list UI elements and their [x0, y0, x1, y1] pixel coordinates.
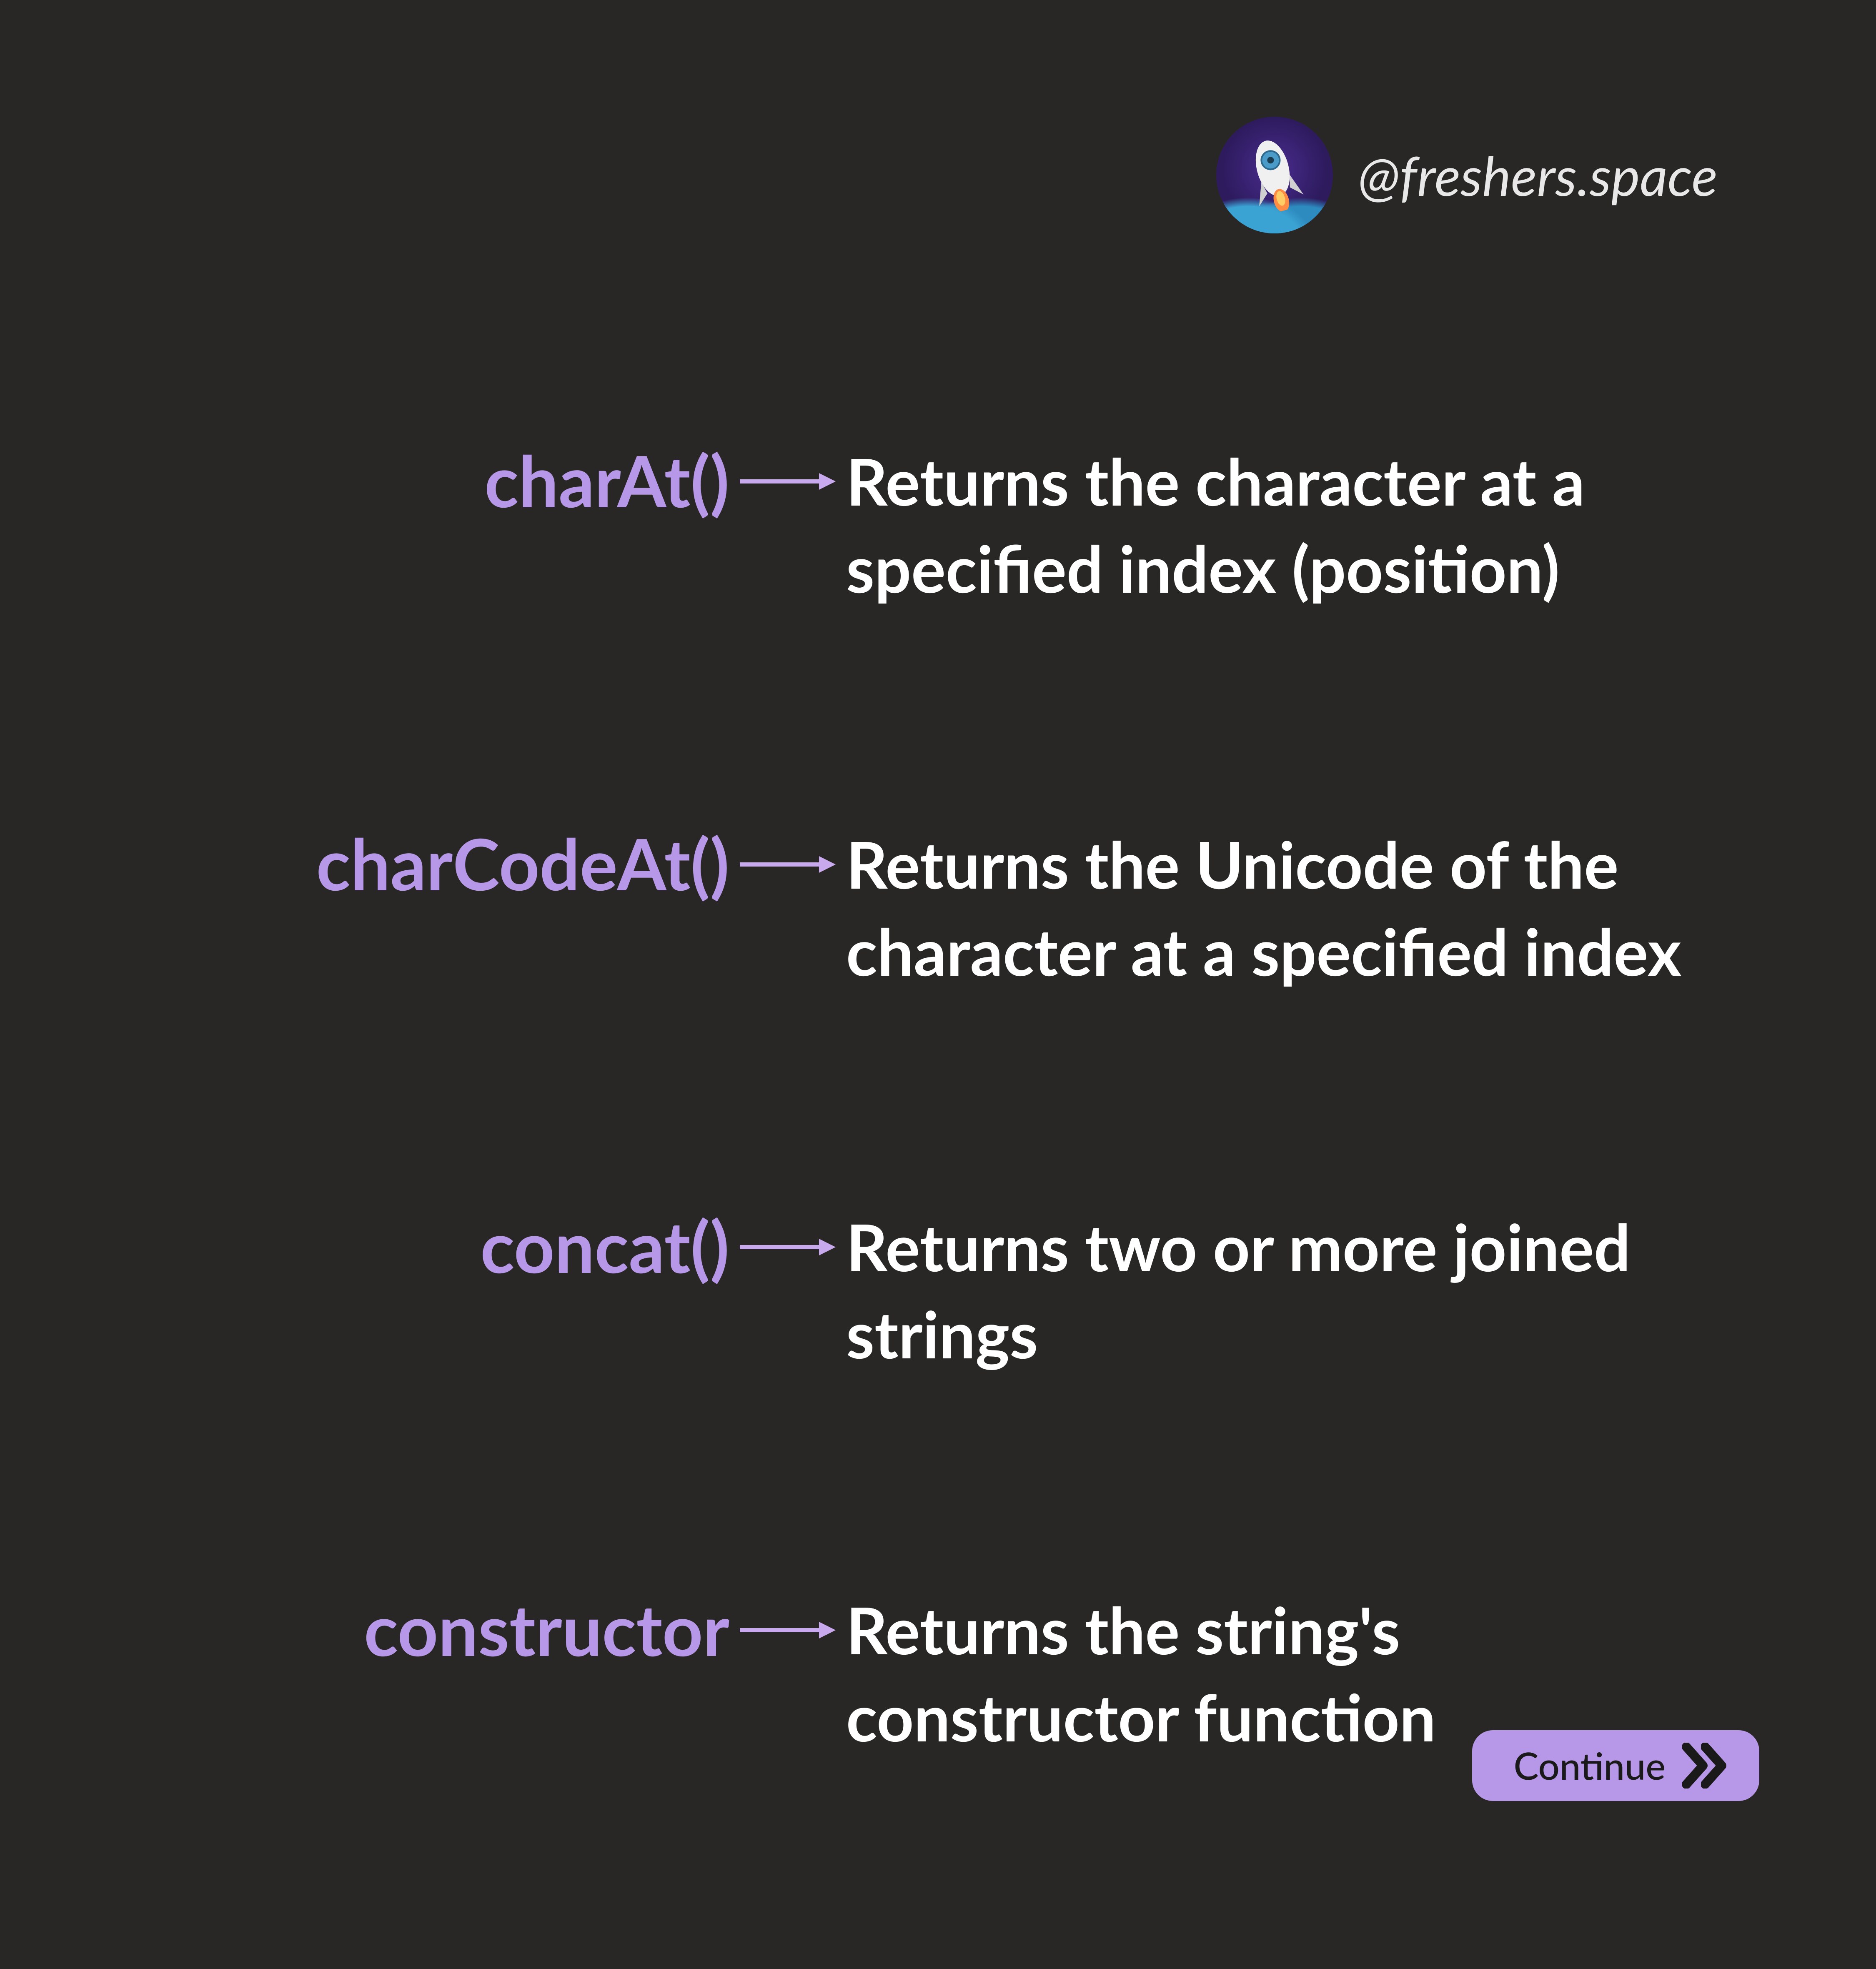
- continue-label: Continue: [1514, 1743, 1666, 1788]
- method-name: charCodeAt(): [167, 821, 729, 906]
- method-row: concat() Returns two or more joined stri…: [167, 1203, 1709, 1378]
- method-name: concat(): [167, 1203, 729, 1288]
- chevron-right-icon: [1682, 1743, 1730, 1789]
- method-description: Returns the character at a specified ind…: [846, 438, 1709, 612]
- continue-button[interactable]: Continue: [1472, 1730, 1759, 1801]
- logo-icon: [1216, 117, 1333, 233]
- method-name: constructor: [167, 1586, 729, 1671]
- method-row: charAt() Returns the character at a spec…: [167, 438, 1709, 612]
- arrow-icon: [729, 469, 846, 494]
- method-row: charCodeAt() Returns the Unicode of the …: [167, 821, 1709, 995]
- method-row: constructor Returns the string's constru…: [167, 1586, 1709, 1761]
- header: @freshers.space: [1216, 117, 1718, 233]
- method-description: Returns the Unicode of the character at …: [846, 821, 1709, 995]
- arrow-icon: [729, 852, 846, 877]
- method-name: charAt(): [167, 438, 729, 523]
- arrow-icon: [729, 1618, 846, 1643]
- handle-text: @freshers.space: [1358, 143, 1718, 208]
- method-description: Returns two or more joined strings: [846, 1203, 1709, 1378]
- arrow-icon: [729, 1235, 846, 1260]
